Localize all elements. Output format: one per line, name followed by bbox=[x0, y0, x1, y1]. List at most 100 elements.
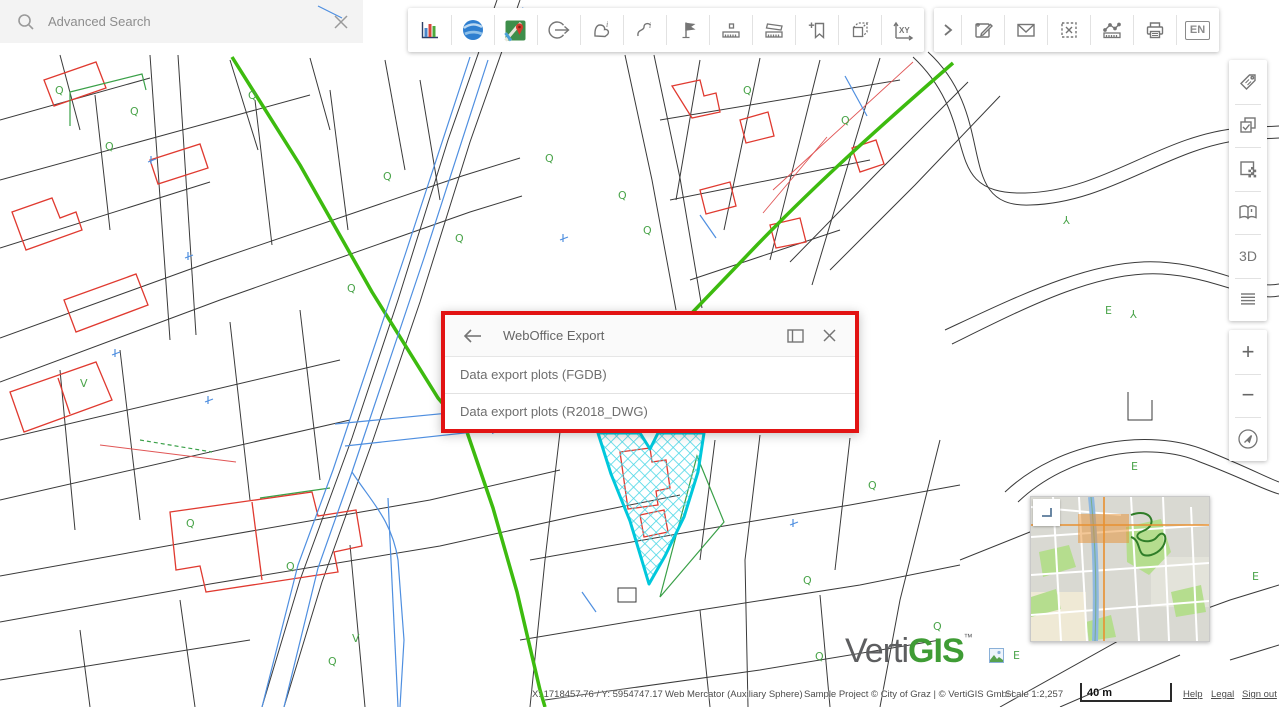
zoom-in-button[interactable]: + bbox=[1229, 330, 1267, 374]
dialog-title: WebOffice Export bbox=[503, 328, 787, 343]
svg-text:E: E bbox=[1131, 460, 1138, 473]
status-projection: Web Mercator (Auxiliary Sphere) bbox=[665, 689, 803, 700]
clear-selection-button[interactable] bbox=[1047, 8, 1090, 52]
main-toolbar: i i bbox=[408, 8, 924, 52]
profile-measure-button[interactable] bbox=[1090, 8, 1133, 52]
google-maps-icon bbox=[504, 19, 527, 42]
export-option-dwg[interactable]: Data export plots (R2018_DWG) bbox=[445, 394, 855, 430]
export-dialog-highlight: WebOffice Export Data export plots (FGDB… bbox=[441, 311, 859, 433]
svg-text:E: E bbox=[1013, 649, 1020, 662]
svg-text:Q: Q bbox=[545, 152, 554, 165]
svg-text:Q: Q bbox=[643, 224, 652, 237]
polygon-info-icon: i bbox=[591, 19, 613, 41]
svg-text:Q: Q bbox=[868, 479, 877, 492]
overview-collapse-button[interactable] bbox=[1033, 499, 1060, 526]
toolbar-expand-button[interactable] bbox=[934, 8, 961, 52]
measure-length-button[interactable] bbox=[709, 8, 752, 52]
language-button[interactable]: EN bbox=[1176, 8, 1219, 52]
measure-length-icon bbox=[720, 19, 742, 41]
svg-text:Q: Q bbox=[803, 574, 812, 587]
layers-visibility-button[interactable] bbox=[1229, 104, 1267, 148]
svg-text:⅄: ⅄ bbox=[1130, 308, 1137, 321]
svg-text:Q: Q bbox=[841, 114, 850, 127]
cube-3d-button[interactable] bbox=[838, 8, 881, 52]
legend-book-icon bbox=[1237, 201, 1259, 223]
zoom-in-label: + bbox=[1242, 341, 1255, 363]
goto-coordinates-button[interactable] bbox=[537, 8, 580, 52]
scale-bar-label: 40 m bbox=[1087, 687, 1112, 699]
cube-3d-icon bbox=[849, 19, 871, 41]
svg-text:Q: Q bbox=[618, 189, 627, 202]
svg-text:Q: Q bbox=[815, 650, 824, 663]
svg-text:Q: Q bbox=[105, 140, 114, 153]
polyline-info-icon: i bbox=[634, 19, 656, 41]
svg-text:Q: Q bbox=[743, 84, 752, 97]
printer-icon bbox=[1144, 19, 1166, 41]
dialog-close-icon[interactable] bbox=[822, 328, 837, 343]
help-link[interactable]: Help bbox=[1183, 689, 1203, 700]
export-option-fgdb[interactable]: Data export plots (FGDB) bbox=[445, 357, 855, 394]
svg-text:Q: Q bbox=[130, 105, 139, 118]
polygon-info-button[interactable]: i bbox=[580, 8, 623, 52]
flag-marker-button[interactable] bbox=[666, 8, 709, 52]
flag-marker-icon bbox=[677, 19, 699, 41]
svg-text:V: V bbox=[80, 377, 88, 390]
tag-label-button[interactable] bbox=[1229, 60, 1267, 104]
back-arrow-icon[interactable] bbox=[463, 328, 483, 344]
dialog-header: WebOffice Export bbox=[445, 315, 855, 357]
view-3d-label: 3D bbox=[1239, 248, 1257, 264]
tag-label-icon bbox=[1237, 71, 1259, 93]
edit-redlining-button[interactable] bbox=[961, 8, 1004, 52]
legal-link[interactable]: Legal bbox=[1211, 689, 1234, 700]
scale-bar: 40 m bbox=[1080, 683, 1172, 702]
svg-text:Q: Q bbox=[286, 560, 295, 573]
svg-text:Q: Q bbox=[328, 655, 337, 668]
secondary-toolbar: EN bbox=[934, 8, 1219, 52]
right-toolbar: 3D bbox=[1229, 60, 1267, 321]
brand-suffix: GIS bbox=[908, 632, 964, 670]
language-label: EN bbox=[1185, 21, 1210, 40]
svg-text:E: E bbox=[1105, 304, 1112, 317]
trademark: ™ bbox=[964, 632, 972, 642]
zoom-out-button[interactable]: − bbox=[1229, 374, 1267, 418]
svg-text:i: i bbox=[606, 20, 608, 29]
google-earth-button[interactable] bbox=[451, 8, 494, 52]
svg-text:XY: XY bbox=[899, 26, 910, 35]
measure-area-button[interactable] bbox=[752, 8, 795, 52]
collapse-corner-icon bbox=[1039, 505, 1055, 521]
chevron-right-icon bbox=[940, 22, 956, 38]
view-3d-button[interactable]: 3D bbox=[1229, 234, 1267, 278]
status-scale: Scale 1:2,257 bbox=[1005, 689, 1063, 700]
google-maps-button[interactable] bbox=[494, 8, 537, 52]
transparency-icon bbox=[1237, 158, 1259, 180]
mail-button[interactable] bbox=[1004, 8, 1047, 52]
xy-coordinates-button[interactable]: XY bbox=[881, 8, 924, 52]
dock-window-icon[interactable] bbox=[787, 329, 804, 343]
svg-text:Q: Q bbox=[455, 232, 464, 245]
statistics-bar-chart-icon bbox=[419, 19, 441, 41]
profile-measure-icon bbox=[1101, 19, 1123, 41]
statistics-button[interactable] bbox=[408, 8, 451, 52]
google-earth-icon bbox=[461, 18, 485, 42]
goto-coordinates-icon bbox=[547, 19, 571, 41]
list-menu-button[interactable] bbox=[1229, 278, 1267, 322]
locate-arrow-icon bbox=[1236, 427, 1260, 451]
transparency-button[interactable] bbox=[1229, 147, 1267, 191]
svg-text:Q: Q bbox=[186, 517, 195, 530]
bookmark-add-button[interactable] bbox=[795, 8, 838, 52]
broken-image-icon bbox=[988, 647, 1005, 664]
xy-coordinates-icon: XY bbox=[891, 19, 915, 41]
locate-button[interactable] bbox=[1229, 417, 1267, 461]
measure-area-icon bbox=[763, 19, 785, 41]
clear-selection-icon bbox=[1058, 19, 1080, 41]
status-coordinates: X: 1718457.76 / Y: 5954747.17 bbox=[532, 689, 663, 700]
bookmark-add-icon bbox=[806, 19, 828, 41]
sign-out-link[interactable]: Sign out bbox=[1242, 689, 1277, 700]
status-copyright: Sample Project © City of Graz | © VertiG… bbox=[804, 689, 1014, 700]
overview-map[interactable] bbox=[1030, 496, 1210, 642]
vertigis-watermark: VertiGIS™ bbox=[845, 632, 972, 671]
polyline-info-button[interactable]: i bbox=[623, 8, 666, 52]
legend-book-button[interactable] bbox=[1229, 191, 1267, 235]
print-button[interactable] bbox=[1133, 8, 1176, 52]
brand-prefix: Verti bbox=[845, 632, 908, 670]
